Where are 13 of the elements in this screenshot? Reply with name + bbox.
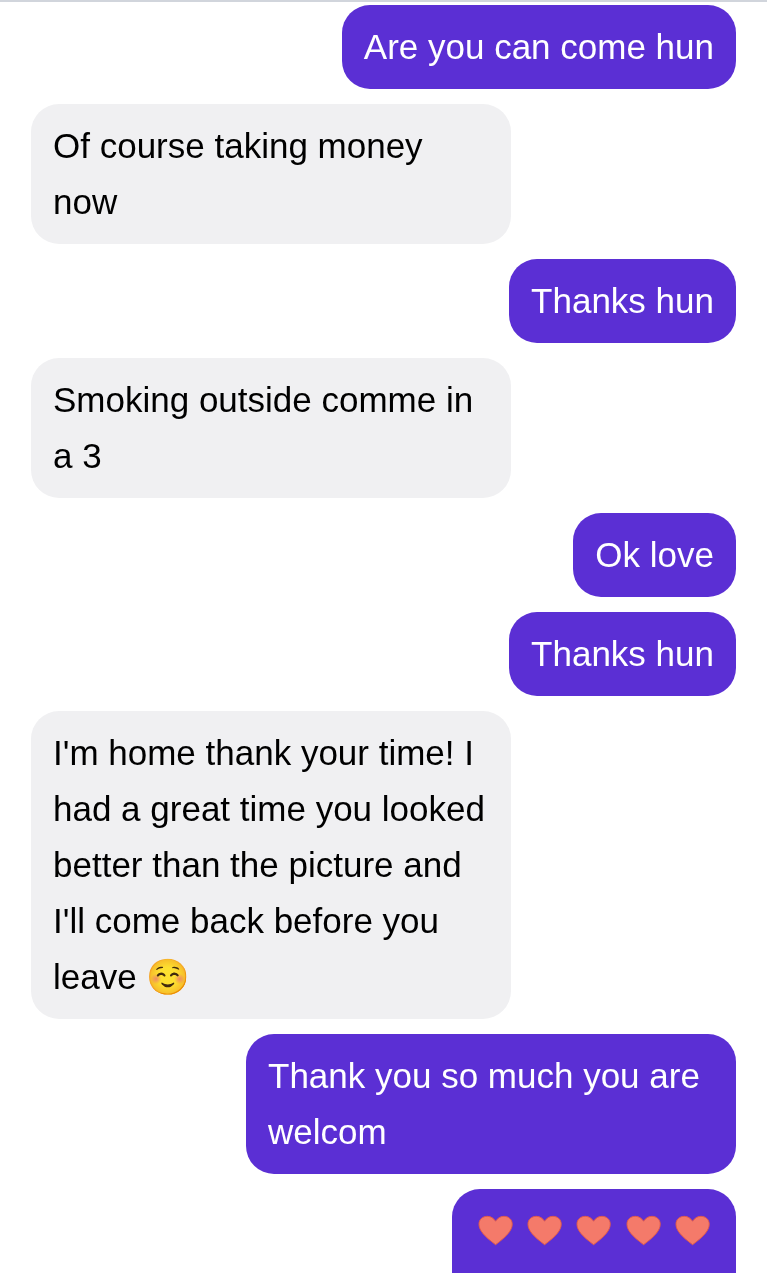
message-bubble: Thanks hun: [509, 612, 736, 696]
heart-icon: [674, 1215, 710, 1247]
heart-icon: [478, 1215, 514, 1247]
message-bubble: Smoking outside comme in a 3: [31, 358, 511, 498]
message-bubble: Thank you so much you are welcom: [246, 1034, 736, 1174]
message-bubble: Are you can come hun: [341, 5, 736, 89]
heart-icon: [527, 1215, 563, 1247]
heart-icon: [576, 1215, 612, 1247]
message-bubble: I'm home thank your time! I had a great time you looked better than the picture and I'll come back before you leave ☺: [31, 711, 511, 1019]
message-bubble: Of course taking money now: [31, 104, 511, 244]
message-bubble: Thanks hun: [509, 259, 736, 343]
message-bubble: Ok love: [573, 513, 736, 597]
heart-icon: [625, 1215, 661, 1247]
